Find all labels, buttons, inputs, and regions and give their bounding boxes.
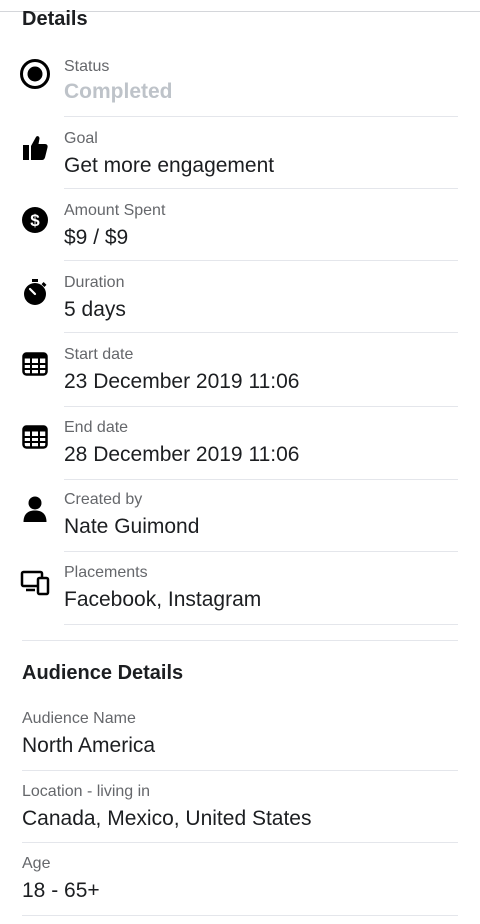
row-divider — [64, 479, 458, 480]
age-label: Age — [22, 855, 51, 872]
duration-value: 5 days — [64, 298, 126, 321]
row-divider — [64, 260, 458, 261]
amount-spent-value: $9 / $9 — [64, 226, 129, 249]
row-divider — [64, 551, 458, 552]
audience-name-label: Audience Name — [22, 710, 136, 727]
section-divider — [22, 640, 458, 641]
created-by-value: Nate Guimond — [64, 515, 200, 538]
person-icon — [19, 493, 51, 525]
age-value: 18 - 65+ — [22, 879, 100, 902]
status-value: Completed — [64, 80, 173, 103]
dollar-coin-icon: $ — [19, 204, 51, 236]
stopwatch-icon — [19, 276, 51, 308]
placements-label: Placements — [64, 564, 148, 581]
row-divider — [22, 770, 458, 771]
end-date-label: End date — [64, 419, 129, 436]
created-by-label: Created by — [64, 491, 143, 508]
row-divider — [64, 406, 458, 407]
details-heading: Details — [22, 8, 88, 30]
start-date-value: 23 December 2019 11:06 — [64, 370, 300, 393]
duration-label: Duration — [64, 274, 125, 291]
calendar-icon — [19, 348, 51, 380]
devices-icon — [19, 566, 51, 598]
row-divider — [64, 624, 458, 625]
thumbs-up-icon — [19, 132, 51, 164]
audience-details-heading: Audience Details — [22, 662, 184, 684]
radio-selected-icon — [19, 58, 51, 90]
audience-name-value: North America — [22, 734, 156, 757]
row-divider — [64, 116, 458, 117]
start-date-label: Start date — [64, 346, 134, 363]
row-divider — [22, 842, 458, 843]
row-divider — [22, 915, 458, 916]
calendar-icon — [19, 421, 51, 453]
location-value: Canada, Mexico, United States — [22, 807, 312, 830]
placements-value: Facebook, Instagram — [64, 588, 262, 611]
goal-label: Goal — [64, 130, 98, 147]
goal-value: Get more engagement — [64, 154, 275, 177]
location-label: Location - living in — [22, 783, 151, 800]
svg-text:$: $ — [30, 211, 40, 230]
status-label: Status — [64, 58, 110, 75]
row-divider — [64, 332, 458, 333]
amount-spent-label: Amount Spent — [64, 202, 166, 219]
end-date-value: 28 December 2019 11:06 — [64, 443, 300, 466]
row-divider — [64, 188, 458, 189]
